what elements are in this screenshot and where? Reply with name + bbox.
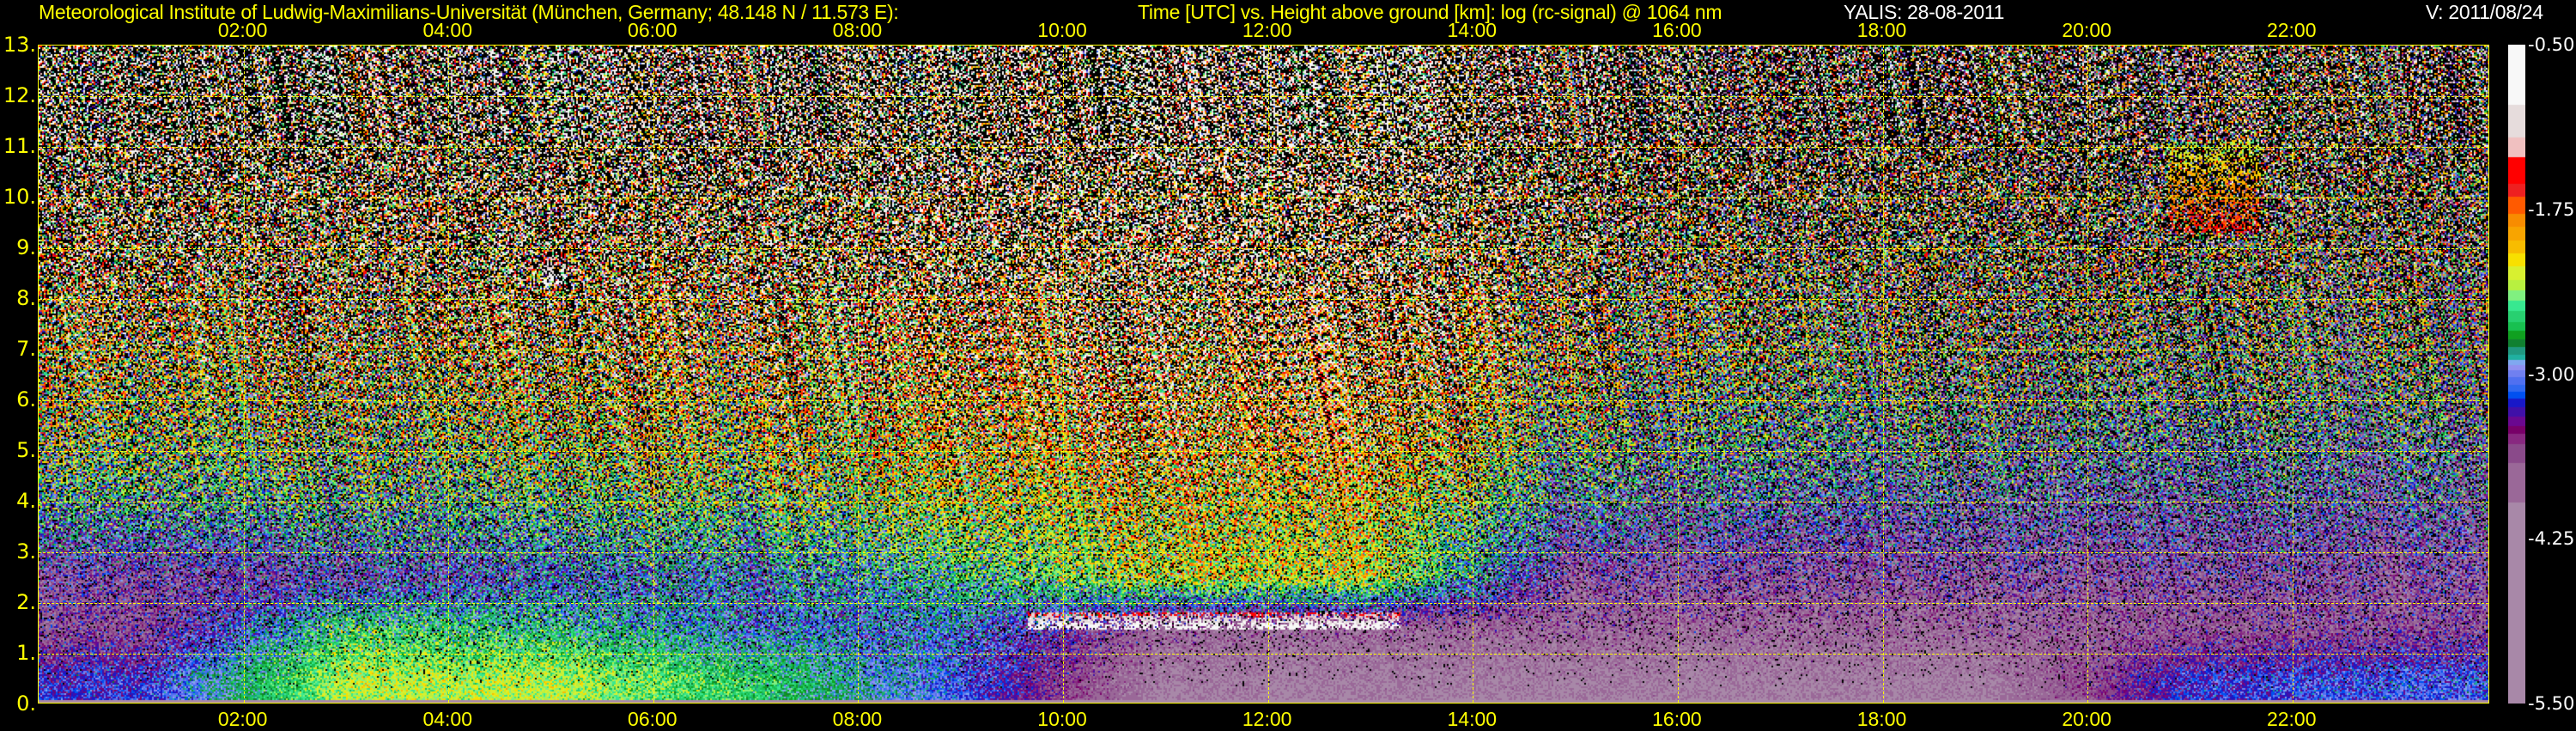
time-tick-label-top: 16:00 <box>1652 19 1702 41</box>
time-tick-label-bottom: 20:00 <box>2062 708 2111 730</box>
time-tick-label-bottom: 16:00 <box>1652 708 1702 730</box>
time-tick-label-top: 08:00 <box>832 19 883 41</box>
time-gridline <box>858 46 860 703</box>
height-tick-label: 6. <box>16 387 36 411</box>
time-tick-label-bottom: 18:00 <box>1856 708 1907 730</box>
time-tick-label-top: 06:00 <box>628 19 677 41</box>
time-tick-label-top: 22:00 <box>2266 19 2317 41</box>
time-tick-label-bottom: 04:00 <box>422 708 472 730</box>
colorbar-tick-label: -3.00 <box>2528 363 2575 385</box>
time-gridline <box>1063 46 1065 703</box>
time-tick-label-top: 04:00 <box>422 19 472 41</box>
height-tick-label: 2. <box>16 590 36 614</box>
height-tick-label: 12. <box>3 83 36 107</box>
height-gridline <box>39 502 2488 503</box>
time-tick-label-top: 02:00 <box>217 19 268 41</box>
height-tick-label: 0. <box>16 691 36 716</box>
height-tick-label: 7. <box>16 337 36 361</box>
plot-title: Time [UTC] vs. Height above ground [km]:… <box>1138 1 1722 23</box>
height-gridline <box>39 96 2488 97</box>
colorbar-tick-label: -5.50 <box>2528 693 2575 714</box>
height-tick-label: 10. <box>3 185 36 209</box>
height-tick-label: 5. <box>16 438 36 462</box>
height-gridline <box>39 552 2488 553</box>
height-tick-label: 1. <box>16 641 36 665</box>
height-gridline <box>39 147 2488 148</box>
height-gridline <box>39 400 2488 401</box>
time-tick-label-top: 12:00 <box>1242 19 1292 41</box>
time-gridline <box>1267 46 1269 703</box>
time-gridline <box>448 46 450 703</box>
height-gridline <box>39 654 2488 655</box>
height-tick-label: 11. <box>3 134 36 158</box>
time-tick-label-bottom: 10:00 <box>1037 708 1087 730</box>
height-tick-label: 9. <box>16 235 36 259</box>
height-tick-label: 13. <box>3 33 36 57</box>
time-tick-label-bottom: 02:00 <box>217 708 268 730</box>
height-tick-label: 8. <box>16 286 36 310</box>
height-gridline <box>39 248 2488 249</box>
height-tick-label: 4. <box>16 489 36 513</box>
time-gridline <box>2087 46 2089 703</box>
version-label: V: 2011/08/24 <box>2426 1 2543 23</box>
colorbar-tick-label: -1.75 <box>2528 198 2575 220</box>
heatmap-canvas <box>39 46 2488 703</box>
height-gridline <box>39 603 2488 604</box>
time-tick-label-bottom: 22:00 <box>2266 708 2317 730</box>
height-gridline <box>39 451 2488 452</box>
time-gridline <box>1677 46 1679 703</box>
lidar-heatmap <box>38 45 2489 704</box>
time-tick-label-bottom: 08:00 <box>832 708 883 730</box>
time-tick-label-top: 18:00 <box>1856 19 1907 41</box>
height-tick-label: 3. <box>16 539 36 563</box>
time-tick-label-bottom: 14:00 <box>1447 708 1498 730</box>
time-tick-label-bottom: 06:00 <box>628 708 677 730</box>
time-gridline <box>1882 46 1884 703</box>
time-tick-label-top: 20:00 <box>2062 19 2111 41</box>
time-tick-label-top: 10:00 <box>1037 19 1087 41</box>
colorbar <box>2508 45 2525 704</box>
colorbar-tick-label: -0.50 <box>2528 34 2575 55</box>
time-tick-label-top: 14:00 <box>1447 19 1498 41</box>
colorbar-tick-label: -4.25 <box>2528 528 2575 550</box>
time-gridline <box>243 46 245 703</box>
time-gridline <box>653 46 654 703</box>
time-tick-label-bottom: 12:00 <box>1242 708 1292 730</box>
height-gridline <box>39 299 2488 300</box>
